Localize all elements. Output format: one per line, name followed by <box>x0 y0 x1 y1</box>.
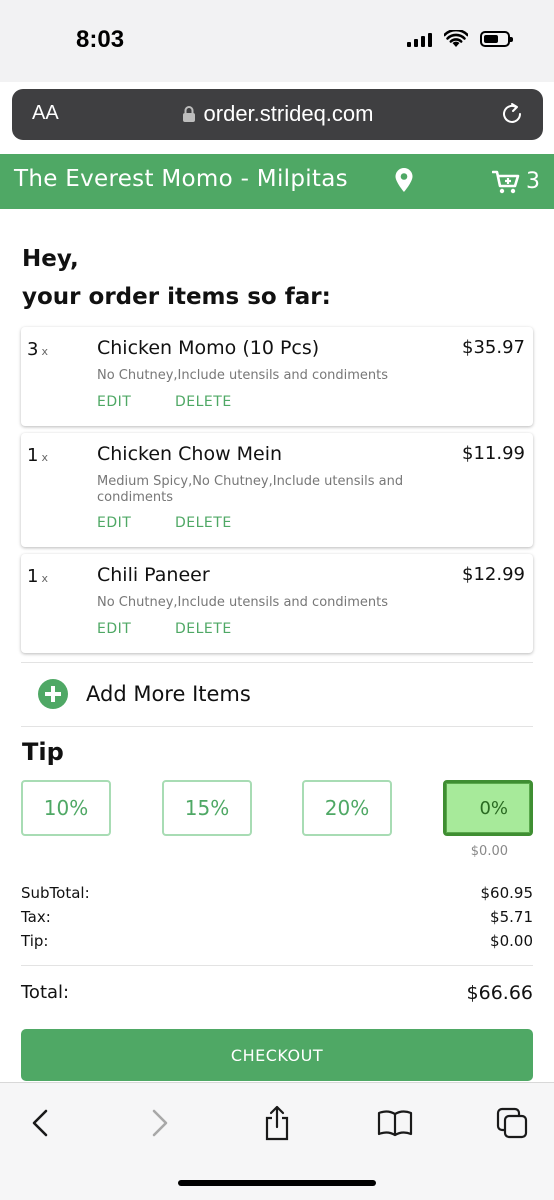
address-bar[interactable]: AA order.strideq.com <box>12 89 543 140</box>
home-indicator <box>178 1180 376 1186</box>
edit-item-button[interactable]: EDIT <box>97 621 131 637</box>
tip-title: Tip <box>22 738 64 766</box>
tip-option-0[interactable]: 0% <box>443 780 533 836</box>
item-price: $11.99 <box>462 443 525 464</box>
tip-option-10[interactable]: 10% <box>21 780 111 836</box>
store-header: The Everest Momo - Milpitas <box>0 154 554 209</box>
item-notes: No Chutney,Include utensils and condimen… <box>97 595 389 610</box>
total-value: $66.66 <box>466 982 533 1004</box>
tip-selected-amount: $0.00 <box>470 844 508 859</box>
item-quantity: 1x <box>27 445 48 466</box>
tip-option-20[interactable]: 20% <box>302 780 392 836</box>
edit-item-button[interactable]: EDIT <box>97 515 131 531</box>
add-more-label: Add More Items <box>86 682 251 706</box>
delete-item-button[interactable]: DELETE <box>175 621 232 637</box>
item-notes: No Chutney,Include utensils and condimen… <box>97 368 389 383</box>
tip-label: Tip: <box>21 932 49 950</box>
plus-circle-icon <box>38 679 68 709</box>
cart-count: 3 <box>526 169 540 194</box>
tax-value: $5.71 <box>490 908 533 926</box>
item-price: $35.97 <box>462 337 525 358</box>
share-icon <box>265 1105 289 1141</box>
item-notes: Medium Spicy,No Chutney,Include utensils… <box>97 474 404 505</box>
item-name: Chicken Momo (10 Pcs) <box>97 337 320 359</box>
item-price: $12.99 <box>462 564 525 585</box>
subtotal-value: $60.95 <box>480 884 534 902</box>
url-text: order.strideq.com <box>203 101 374 126</box>
order-item: 3x Chicken Momo (10 Pcs) $35.97 No Chutn… <box>21 327 533 426</box>
share-button[interactable] <box>257 1103 297 1143</box>
item-name: Chicken Chow Mein <box>97 443 283 465</box>
divider <box>21 965 533 966</box>
tax-row: Tax: $5.71 <box>21 908 533 926</box>
cart-icon <box>492 170 520 193</box>
bookmarks-button[interactable] <box>375 1103 415 1143</box>
cart-button[interactable]: 3 <box>492 169 540 194</box>
reload-icon[interactable] <box>499 101 525 127</box>
status-time: 8:03 <box>76 26 125 53</box>
signal-icon <box>407 31 432 47</box>
delete-item-button[interactable]: DELETE <box>175 515 232 531</box>
lock-icon <box>182 106 195 122</box>
tip-value: $0.00 <box>490 932 533 950</box>
forward-button[interactable] <box>140 1103 180 1143</box>
location-pin-icon[interactable] <box>394 167 414 193</box>
greeting-line1: Hey, <box>22 246 79 272</box>
back-icon <box>32 1109 48 1137</box>
add-more-items-button[interactable]: Add More Items <box>38 679 251 709</box>
store-name: The Everest Momo - Milpitas <box>14 166 348 192</box>
battery-icon <box>480 31 513 47</box>
status-bar: 8:03 <box>0 0 554 82</box>
subtotal-row: SubTotal: $60.95 <box>21 884 533 902</box>
back-button[interactable] <box>20 1103 60 1143</box>
subtotal-label: SubTotal: <box>21 884 90 902</box>
tip-option-15[interactable]: 15% <box>162 780 252 836</box>
item-quantity: 3x <box>27 339 48 360</box>
order-greeting: Hey, your order items so far: <box>22 240 331 316</box>
tabs-icon <box>496 1107 528 1139</box>
wifi-icon <box>444 30 468 47</box>
tabs-button[interactable] <box>492 1103 532 1143</box>
tip-row: Tip: $0.00 <box>21 932 533 950</box>
tax-label: Tax: <box>21 908 51 926</box>
total-row: Total: $66.66 <box>21 982 533 1004</box>
edit-item-button[interactable]: EDIT <box>97 394 131 410</box>
forward-icon <box>152 1109 168 1137</box>
item-quantity: 1x <box>27 566 48 587</box>
divider <box>21 662 533 663</box>
bookmarks-icon <box>377 1110 413 1137</box>
item-name: Chili Paneer <box>97 564 210 586</box>
url-display[interactable]: order.strideq.com <box>12 101 543 127</box>
order-item: 1x Chicken Chow Mein $11.99 Medium Spicy… <box>21 433 533 547</box>
order-item: 1x Chili Paneer $12.99 No Chutney,Includ… <box>21 554 533 653</box>
checkout-button[interactable]: CHECKOUT <box>21 1029 533 1081</box>
total-label: Total: <box>21 982 70 1003</box>
greeting-line2: your order items so far: <box>22 284 331 310</box>
status-icons <box>407 30 513 48</box>
delete-item-button[interactable]: DELETE <box>175 394 232 410</box>
divider <box>21 726 533 727</box>
